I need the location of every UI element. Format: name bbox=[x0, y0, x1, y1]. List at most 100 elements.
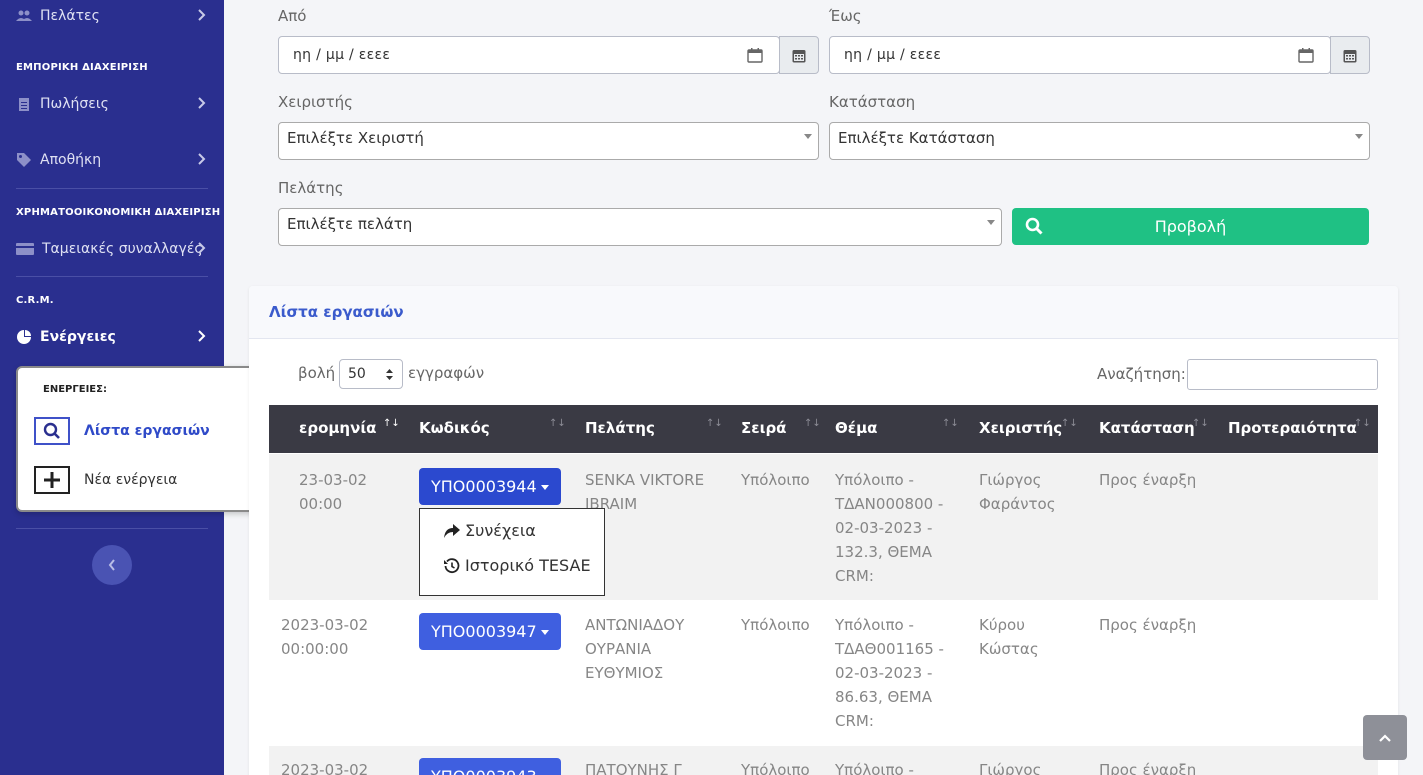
dropdown-item-history[interactable]: Ιστορικό TESAE bbox=[444, 556, 591, 575]
calendar-icon[interactable] bbox=[1298, 47, 1314, 63]
users-icon bbox=[16, 9, 32, 23]
search-icon bbox=[34, 417, 70, 445]
page-length-prefix: βολή bbox=[298, 364, 336, 382]
scroll-to-top-button[interactable] bbox=[1363, 715, 1407, 760]
sidebar-divider bbox=[16, 276, 208, 277]
series-cell: Υπόλοιπο bbox=[741, 616, 810, 634]
table-header: ερομηνία ↑↓ Κωδικός ↑↓ Πελάτης ↑↓ Σειρά … bbox=[269, 405, 1378, 453]
view-button-label: Προβολή bbox=[1154, 217, 1227, 236]
chevron-up-icon bbox=[1379, 733, 1391, 742]
submenu-item-task-list[interactable]: Λίστα εργασιών bbox=[34, 416, 210, 446]
task-actions-dropdown: Συνέχεια Ιστορικό TESAE bbox=[419, 508, 605, 596]
status-cell: Προς έναρξη bbox=[1099, 471, 1197, 489]
from-date-calendar-button[interactable] bbox=[779, 36, 819, 74]
sidebar-item-label: Ταμειακές συναλλαγές bbox=[42, 241, 203, 257]
from-date-placeholder: ηη / μμ / εεεε bbox=[293, 47, 391, 63]
sort-icon: ↑↓ bbox=[1192, 418, 1209, 429]
pie-chart-icon bbox=[16, 330, 32, 344]
task-code-label: ΥΠΟ0003944 bbox=[431, 477, 537, 496]
table-row: 2023-03-02 00:00:00 ΥΠΟ0003947 ΑΝΤΩΝΙΑΔΟ… bbox=[269, 600, 1378, 746]
client-cell: ΑΝΤΩΝΙΑΔΟΥ ΟΥΡΑΝΙΑ ΕΥΘΥΜΙΟΣ bbox=[585, 616, 685, 682]
date-cell: 2023-03-02 bbox=[281, 761, 369, 775]
sort-icon: ↑↓ bbox=[1354, 418, 1371, 429]
sidebar-item-actions[interactable]: Ενέργειες bbox=[16, 325, 212, 349]
view-button[interactable]: Προβολή bbox=[1012, 208, 1369, 245]
series-cell: Υπόλοιπο bbox=[741, 761, 810, 775]
submenu-item-label: Νέα ενέργεια bbox=[84, 472, 178, 488]
share-arrow-icon bbox=[444, 523, 460, 538]
status-cell: Προς έναρξη bbox=[1099, 761, 1197, 775]
chevron-right-icon bbox=[198, 97, 206, 109]
task-code-button[interactable]: ΥΠΟ0003943 bbox=[419, 758, 561, 775]
sidebar-divider bbox=[16, 528, 208, 529]
sort-icon: ↑↓ bbox=[1061, 418, 1078, 429]
calendar-icon[interactable] bbox=[747, 47, 763, 63]
credit-card-icon bbox=[16, 242, 34, 256]
sidebar-collapse-button[interactable] bbox=[92, 545, 132, 585]
client-select[interactable]: Επιλέξτε πελάτη bbox=[278, 208, 1002, 246]
column-header-subject[interactable]: Θέμα bbox=[835, 419, 877, 437]
handler-cell: Γιώργος Φαράντος bbox=[979, 471, 1056, 513]
from-date-input[interactable]: ηη / μμ / εεεε bbox=[278, 36, 780, 74]
sidebar-item-clients[interactable]: Πελάτες bbox=[16, 4, 212, 28]
table-row: 2023-03-02 ΥΠΟ0003943 ΠΑΤΟΥΝΗΣ Γ Υπόλοιπ… bbox=[269, 746, 1378, 775]
dropdown-item-continue[interactable]: Συνέχεια bbox=[444, 521, 536, 540]
date-cell: 2023-03-02 00:00:00 bbox=[281, 616, 369, 658]
client-select-value: Επιλέξτε πελάτη bbox=[287, 215, 413, 233]
series-cell: Υπόλοιπο bbox=[741, 471, 810, 489]
sidebar-item-sales[interactable]: Πωλήσεις bbox=[16, 92, 212, 116]
sidebar-item-label: Ενέργειες bbox=[40, 329, 116, 345]
chevron-right-icon bbox=[198, 330, 206, 342]
column-header-priority[interactable]: Προτεραιότητα bbox=[1228, 419, 1357, 437]
submenu-title: ΕΝΕΡΓΕΙΕΣ: bbox=[43, 384, 107, 395]
column-header-handler[interactable]: Χειριστής bbox=[979, 419, 1062, 437]
plus-icon bbox=[34, 466, 70, 494]
handler-label: Χειριστής bbox=[278, 93, 353, 111]
task-code-label: ΥΠΟ0003947 bbox=[431, 622, 537, 641]
sidebar-heading-financial: ΧΡΗΜΑΤΟΟΙΚΟΝΟΜΙΚΗ ΔΙΑΧΕΙΡΙΣΗ bbox=[16, 207, 221, 218]
sidebar-heading-crm: C.R.M. bbox=[16, 295, 54, 306]
task-code-button[interactable]: ΥΠΟ0003944 bbox=[419, 468, 561, 505]
sort-icon: ↑↓ bbox=[942, 418, 959, 429]
to-date-calendar-button[interactable] bbox=[1330, 36, 1370, 74]
sort-asc-icon: ↑↓ bbox=[383, 418, 400, 429]
sidebar-item-warehouse[interactable]: Αποθήκη bbox=[16, 148, 212, 172]
status-select[interactable]: Επιλέξτε Κατάσταση bbox=[829, 122, 1370, 160]
page-length-select[interactable]: 50 bbox=[339, 359, 403, 389]
submenu-item-label: Λίστα εργασιών bbox=[84, 423, 210, 439]
dropdown-item-label: Συνέχεια bbox=[465, 521, 536, 540]
dropdown-arrow-icon bbox=[804, 134, 812, 139]
chevron-left-icon bbox=[108, 559, 115, 571]
page-length-value: 50 bbox=[348, 366, 366, 382]
sidebar-item-label: Αποθήκη bbox=[40, 152, 102, 168]
sidebar-item-cash-transactions[interactable]: Ταμειακές συναλλαγές bbox=[16, 237, 212, 261]
handler-select[interactable]: Επιλέξτε Χειριστή bbox=[278, 122, 819, 160]
card-title: Λίστα εργασιών bbox=[269, 303, 404, 321]
column-header-client[interactable]: Πελάτης bbox=[585, 419, 655, 437]
chevron-right-icon bbox=[198, 153, 206, 165]
column-header-series[interactable]: Σειρά bbox=[741, 419, 786, 437]
document-icon bbox=[16, 97, 32, 111]
task-code-label: ΥΠΟ0003943 bbox=[431, 767, 537, 775]
handler-select-value: Επιλέξτε Χειριστή bbox=[287, 129, 424, 147]
to-date-label: Έως bbox=[829, 7, 862, 25]
column-header-date[interactable]: ερομηνία bbox=[299, 419, 376, 437]
task-code-button[interactable]: ΥΠΟ0003947 bbox=[419, 613, 561, 650]
dropdown-item-label: Ιστορικό TESAE bbox=[465, 556, 591, 575]
submenu-item-new-action[interactable]: Νέα ενέργεια bbox=[34, 465, 177, 495]
caret-down-icon bbox=[541, 630, 549, 635]
client-cell: ΠΑΤΟΥΝΗΣ Γ bbox=[585, 761, 682, 775]
dropdown-arrow-icon bbox=[1355, 134, 1363, 139]
search-label: Αναζήτηση: bbox=[1097, 365, 1186, 383]
handler-cell: Γιώργος bbox=[979, 761, 1042, 775]
to-date-input[interactable]: ηη / μμ / εεεε bbox=[829, 36, 1331, 74]
status-select-value: Επιλέξτε Κατάσταση bbox=[838, 129, 995, 147]
to-date-placeholder: ηη / μμ / εεεε bbox=[844, 47, 942, 63]
column-header-status[interactable]: Κατάσταση bbox=[1099, 419, 1195, 437]
sidebar-heading-commercial: ΕΜΠΟΡΙΚΗ ΔΙΑΧΕΙΡΙΣΗ bbox=[16, 62, 148, 73]
column-header-code[interactable]: Κωδικός bbox=[419, 419, 490, 437]
table-search-input[interactable] bbox=[1187, 359, 1378, 390]
sidebar-item-label: Πελάτες bbox=[40, 8, 100, 24]
search-icon bbox=[1025, 217, 1043, 235]
sort-icon: ↑↓ bbox=[804, 418, 821, 429]
